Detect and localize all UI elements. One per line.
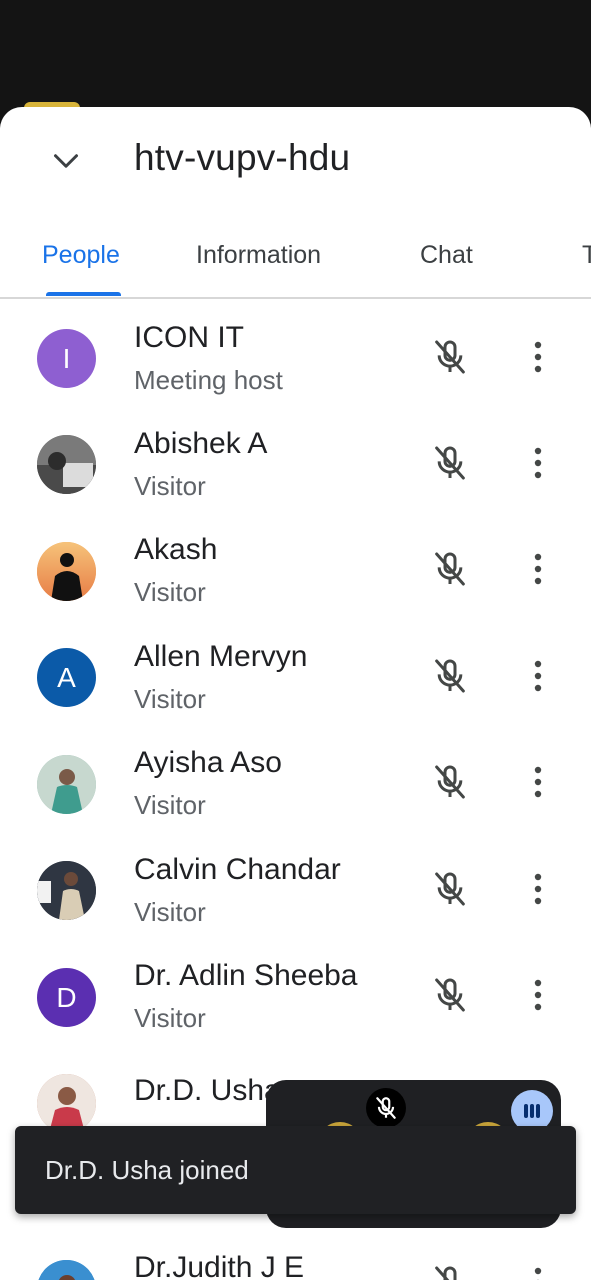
more-options-button[interactable] (516, 652, 560, 700)
mic-off-icon (435, 765, 465, 799)
photo-placeholder (37, 861, 96, 920)
participant-row[interactable]: Ayisha Aso Visitor (0, 724, 591, 830)
more-options-button[interactable] (516, 545, 560, 593)
meeting-code-title: htv-vupv-hdu (134, 137, 351, 178)
participant-role: Visitor (134, 790, 206, 820)
avatar-photo (37, 755, 96, 814)
mic-muted-button[interactable] (426, 439, 474, 487)
photo-placeholder (37, 1074, 96, 1133)
avatar-initial: D (56, 981, 77, 1013)
participant-row[interactable]: Akash Visitor (0, 511, 591, 617)
more-vert-icon (534, 979, 542, 1011)
join-notification-toast: Dr.D. Usha joined (15, 1126, 576, 1214)
photo-placeholder (37, 542, 96, 601)
avatar-photo (37, 861, 96, 920)
mic-off-icon (435, 340, 465, 374)
chevron-down-icon (54, 154, 78, 168)
more-options-button[interactable] (516, 865, 560, 913)
mic-off-icon (435, 872, 465, 906)
mic-off-icon (435, 659, 465, 693)
mic-muted-button[interactable] (426, 758, 474, 806)
mic-off-icon (435, 978, 465, 1012)
mic-off-icon (376, 1097, 396, 1119)
participant-role: Visitor (134, 471, 206, 501)
avatar: D (37, 968, 96, 1027)
mic-off-icon (435, 446, 465, 480)
avatar-initial: I (62, 342, 71, 374)
participant-row[interactable]: A Allen Mervyn Visitor (0, 618, 591, 724)
mic-muted-button[interactable] (426, 865, 474, 913)
tab-overflow-partial[interactable]: T (582, 241, 591, 270)
more-vert-icon (534, 553, 542, 585)
mic-off-icon (435, 552, 465, 586)
mic-muted-button[interactable] (426, 333, 474, 381)
participant-row[interactable]: Dr.Judith J E (0, 1229, 591, 1280)
pip-mic-muted[interactable] (366, 1088, 406, 1128)
mic-muted-button[interactable] (426, 545, 474, 593)
participant-name: Ayisha Aso (134, 746, 282, 779)
participant-name: Dr. Adlin Sheeba (134, 959, 358, 992)
participant-row[interactable]: D Dr. Adlin Sheeba Visitor (0, 937, 591, 1043)
avatar-photo (37, 1074, 96, 1133)
avatar: A (37, 648, 96, 707)
participant-name: Akash (134, 533, 218, 566)
more-options-button[interactable] (516, 758, 560, 806)
avatar-photo (37, 542, 96, 601)
collapse-button[interactable] (40, 135, 92, 187)
more-options-button[interactable] (516, 333, 560, 381)
mic-muted-button[interactable] (426, 652, 474, 700)
toast-message: Dr.D. Usha joined (45, 1155, 249, 1185)
participant-role: Meeting host (134, 365, 283, 395)
more-vert-icon (534, 1267, 542, 1280)
more-options-button[interactable] (516, 971, 560, 1019)
mic-muted-button[interactable] (426, 971, 474, 1019)
participant-name: Dr.D. Usha (134, 1074, 281, 1107)
participant-role: Visitor (134, 897, 206, 927)
photo-placeholder (37, 1260, 96, 1280)
participant-name: Allen Mervyn (134, 640, 308, 673)
avatar-photo (37, 435, 96, 494)
active-tab-indicator (46, 292, 121, 296)
photo-placeholder (37, 435, 96, 494)
mic-off-icon (435, 1266, 457, 1280)
mic-muted-button[interactable] (426, 1259, 474, 1280)
tab-people[interactable]: People (42, 241, 120, 270)
avatar-initial: A (57, 661, 76, 693)
more-options-button[interactable] (516, 439, 560, 487)
more-vert-icon (534, 660, 542, 692)
participant-role: Visitor (134, 1003, 206, 1033)
tab-information[interactable]: Information (196, 241, 321, 270)
more-options-button[interactable] (516, 1259, 560, 1280)
photo-placeholder (37, 755, 96, 814)
participant-name: ICON IT (134, 321, 244, 354)
tab-chat[interactable]: Chat (420, 241, 473, 270)
participant-row[interactable]: I ICON IT Meeting host (0, 299, 591, 405)
participant-role: Visitor (134, 684, 206, 714)
participant-name: Dr.Judith J E (134, 1251, 305, 1280)
more-vert-icon (534, 873, 542, 905)
sheet-header: htv-vupv-hdu (0, 107, 591, 217)
participant-row[interactable]: Abishek A Visitor (0, 405, 591, 511)
avatar-photo (37, 1260, 96, 1280)
tab-bar: People Information Chat T (0, 219, 591, 299)
participant-name: Abishek A (134, 427, 268, 460)
audio-level-icon (524, 1104, 540, 1118)
more-vert-icon (534, 766, 542, 798)
participant-row[interactable]: Calvin Chandar Visitor (0, 831, 591, 937)
participant-role: Visitor (134, 577, 206, 607)
more-vert-icon (534, 341, 542, 373)
more-vert-icon (534, 447, 542, 479)
participant-name: Calvin Chandar (134, 853, 341, 886)
avatar: I (37, 329, 96, 388)
